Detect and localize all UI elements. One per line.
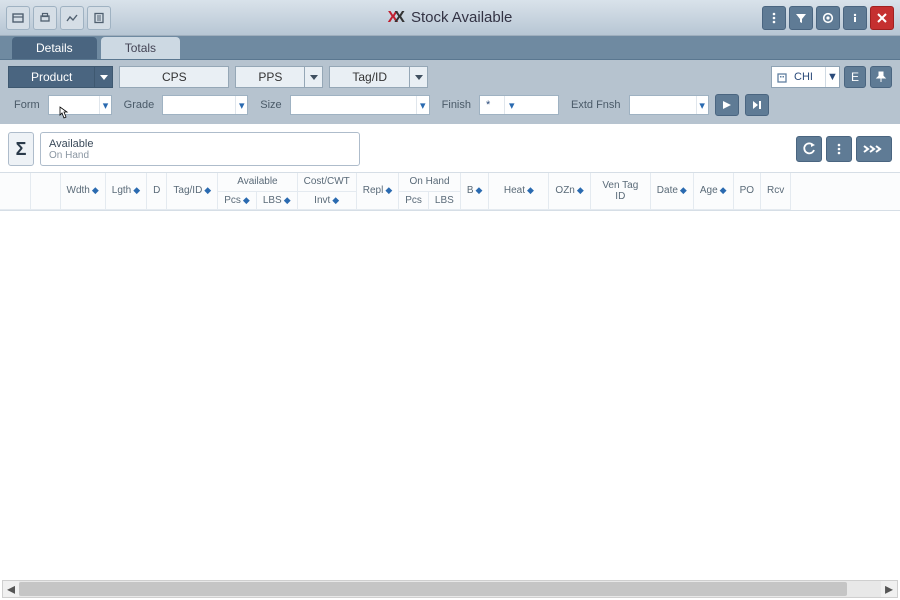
col-d[interactable]: D bbox=[147, 173, 167, 209]
finish-input-wrap: * ▾ bbox=[479, 95, 559, 115]
size-input-wrap: ▾ bbox=[290, 95, 430, 115]
tab-totals[interactable]: Totals bbox=[101, 37, 180, 59]
segment-cps[interactable]: CPS bbox=[119, 66, 229, 88]
action-e-button[interactable]: E bbox=[844, 66, 866, 88]
segment-product[interactable]: Product bbox=[8, 66, 113, 88]
form-input[interactable] bbox=[49, 96, 100, 114]
filters-area: Product CPS PPS Tag/ID CHI ▼ E Form bbox=[0, 60, 900, 124]
col-onhand-group: On Hand bbox=[399, 173, 461, 191]
toolbar-btn-print[interactable] bbox=[33, 6, 57, 30]
col-ventagid[interactable]: Ven Tag ID bbox=[590, 173, 650, 209]
toolbar-btn-1[interactable] bbox=[6, 6, 30, 30]
chevron-down-icon[interactable]: ▾ bbox=[99, 96, 110, 114]
col-repl[interactable]: Repl◆ bbox=[356, 173, 399, 209]
grid-header: Wdth◆ Lgth◆ D Tag/ID◆ Available Cost/CWT… bbox=[0, 172, 900, 211]
section-title: Available bbox=[49, 138, 351, 150]
size-label: Size bbox=[260, 99, 281, 111]
tabs-row: Details Totals bbox=[0, 36, 900, 60]
col-lgth[interactable]: Lgth◆ bbox=[105, 173, 146, 209]
gear-icon[interactable] bbox=[816, 6, 840, 30]
tab-details[interactable]: Details bbox=[12, 37, 97, 59]
segment-tagid-label: Tag/ID bbox=[330, 70, 409, 84]
toolbar-btn-4[interactable] bbox=[87, 6, 111, 30]
window-title: Stock Available bbox=[411, 9, 512, 26]
sigma-icon[interactable]: Σ bbox=[8, 132, 34, 166]
chevron-down-icon[interactable]: ▾ bbox=[416, 96, 429, 114]
section-header: Σ Available On Hand bbox=[0, 124, 900, 166]
filter-icon[interactable] bbox=[789, 6, 813, 30]
title-bar: XX Stock Available bbox=[0, 0, 900, 36]
size-input[interactable] bbox=[291, 96, 416, 114]
segment-tagid[interactable]: Tag/ID bbox=[329, 66, 428, 88]
scroll-right-icon[interactable]: ▸ bbox=[881, 581, 897, 597]
form-label: Form bbox=[14, 99, 40, 111]
segment-product-label: Product bbox=[9, 70, 94, 84]
chevron-down-icon: ▼ bbox=[825, 67, 839, 87]
extd-input[interactable] bbox=[630, 96, 696, 114]
col-wdth[interactable]: Wdth◆ bbox=[60, 173, 105, 209]
col-tagid[interactable]: Tag/ID◆ bbox=[167, 173, 218, 209]
building-icon bbox=[772, 71, 792, 83]
col-onhand-lbs[interactable]: LBS bbox=[428, 191, 460, 209]
refresh-icon[interactable] bbox=[796, 136, 822, 162]
extd-input-wrap: ▾ bbox=[629, 95, 709, 115]
close-icon[interactable] bbox=[870, 6, 894, 30]
apply-filter-icon[interactable] bbox=[715, 94, 739, 116]
grade-label: Grade bbox=[124, 99, 155, 111]
segment-pps-label: PPS bbox=[236, 70, 304, 84]
menu-icon[interactable] bbox=[762, 6, 786, 30]
col-onhand-pcs[interactable]: Pcs bbox=[399, 191, 429, 209]
grade-input-wrap: ▾ bbox=[162, 95, 248, 115]
finish-value: * bbox=[480, 99, 496, 111]
form-input-wrap: ▾ bbox=[48, 95, 112, 115]
col-heat[interactable]: Heat◆ bbox=[489, 173, 549, 209]
segment-pps[interactable]: PPS bbox=[235, 66, 323, 88]
grid-body bbox=[0, 211, 900, 561]
col-rcv[interactable]: Rcv bbox=[761, 173, 791, 209]
toolbar-btn-3[interactable] bbox=[60, 6, 84, 30]
finish-label: Finish bbox=[442, 99, 471, 111]
chevron-down-icon[interactable]: ▾ bbox=[504, 96, 518, 114]
horizontal-scrollbar[interactable]: ◂ ▸ bbox=[2, 580, 898, 598]
chevron-down-icon[interactable]: ▾ bbox=[235, 96, 247, 114]
scroll-track[interactable] bbox=[19, 581, 881, 597]
col-date[interactable]: Date◆ bbox=[650, 173, 693, 209]
location-select[interactable]: CHI ▼ bbox=[771, 66, 840, 88]
logo-x-icon: XX bbox=[388, 9, 405, 27]
col-b[interactable]: B◆ bbox=[460, 173, 489, 209]
segment-cps-label: CPS bbox=[140, 70, 209, 84]
col-costcwt-group: Cost/CWT bbox=[297, 173, 356, 191]
col-age[interactable]: Age◆ bbox=[693, 173, 733, 209]
extd-label: Extd Fnsh bbox=[571, 99, 621, 111]
info-icon[interactable] bbox=[843, 6, 867, 30]
chevron-down-icon[interactable]: ▾ bbox=[696, 96, 708, 114]
col-avail-pcs[interactable]: Pcs◆ bbox=[218, 191, 257, 209]
col-po[interactable]: PO bbox=[733, 173, 760, 209]
chevron-down-icon bbox=[304, 67, 322, 87]
chevron-down-icon bbox=[94, 67, 112, 87]
next-filter-icon[interactable] bbox=[745, 94, 769, 116]
location-value: CHI bbox=[792, 71, 825, 83]
section-subtitle: On Hand bbox=[49, 150, 351, 161]
menu-icon[interactable] bbox=[826, 136, 852, 162]
scroll-thumb[interactable] bbox=[19, 582, 847, 596]
col-avail-lbs[interactable]: LBS◆ bbox=[256, 191, 297, 209]
pin-icon[interactable] bbox=[870, 66, 892, 88]
col-available-group: Available bbox=[218, 173, 297, 191]
scroll-left-icon[interactable]: ◂ bbox=[3, 581, 19, 597]
chevron-down-icon bbox=[409, 67, 427, 87]
col-invt[interactable]: Invt◆ bbox=[297, 191, 356, 209]
col-ozn[interactable]: OZn◆ bbox=[549, 173, 590, 209]
expand-icon[interactable] bbox=[856, 136, 892, 162]
grade-input[interactable] bbox=[163, 96, 235, 114]
section-title-box[interactable]: Available On Hand bbox=[40, 132, 360, 166]
